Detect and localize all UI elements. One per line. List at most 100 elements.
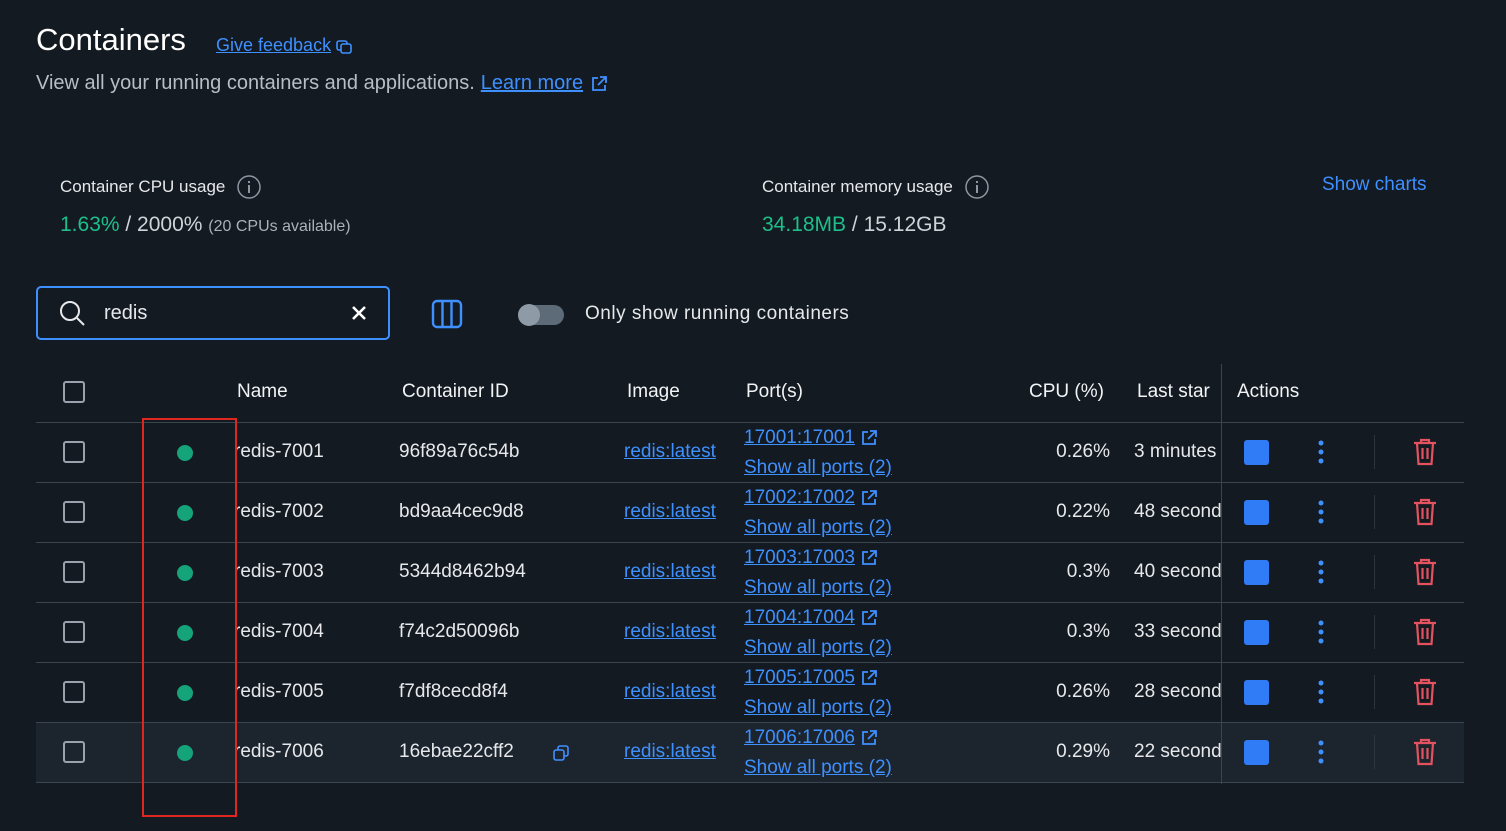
cpu-usage-label: Container CPU usage: [60, 177, 226, 196]
image-link[interactable]: redis:latest: [624, 501, 716, 523]
memory-usage-value: 34.18MB: [762, 213, 847, 236]
external-link-icon: [862, 430, 877, 445]
show-all-ports-link[interactable]: Show all ports (2): [744, 453, 892, 483]
container-name[interactable]: redis-7002: [234, 501, 324, 523]
more-options-icon[interactable]: [1314, 439, 1328, 465]
port-link[interactable]: 17003:17003: [744, 543, 892, 573]
copy-id-icon[interactable]: [552, 744, 570, 762]
port-link-label: 17006:17006: [744, 727, 855, 748]
more-options-icon[interactable]: [1314, 559, 1328, 585]
external-link-icon: [862, 610, 877, 625]
external-link-icon: [862, 490, 877, 505]
cpu-usage-stat: Container CPU usage 1.63% / 2000% (20 CP…: [60, 175, 351, 237]
stop-button[interactable]: [1244, 500, 1269, 525]
search-icon: [60, 301, 85, 326]
port-link[interactable]: 17006:17006: [744, 723, 892, 753]
delete-icon[interactable]: [1412, 438, 1438, 466]
actions-separator: [1374, 675, 1375, 709]
stop-button[interactable]: [1244, 620, 1269, 645]
table-row[interactable]: redis-7001 96f89a76c54b redis:latest 170…: [36, 423, 1464, 483]
column-ports[interactable]: Port(s): [746, 381, 803, 403]
image-link[interactable]: redis:latest: [624, 561, 716, 583]
column-actions: Actions: [1237, 381, 1300, 402]
row-checkbox[interactable]: [63, 741, 85, 763]
row-checkbox[interactable]: [63, 681, 85, 703]
annotation-highlight-box: [142, 418, 237, 817]
show-all-ports-link[interactable]: Show all ports (2): [744, 573, 892, 603]
stop-button[interactable]: [1244, 560, 1269, 585]
more-options-icon[interactable]: [1314, 499, 1328, 525]
cpu-usage-value: 1.63%: [60, 213, 120, 236]
show-all-ports-link[interactable]: Show all ports (2): [744, 633, 892, 663]
column-container-id[interactable]: Container ID: [402, 381, 509, 403]
clear-search-icon[interactable]: [350, 304, 368, 322]
stop-button[interactable]: [1244, 740, 1269, 765]
ports-cell: 17004:17004 Show all ports (2): [744, 603, 892, 663]
more-options-icon[interactable]: [1314, 619, 1328, 645]
table-row[interactable]: redis-7005 f7df8cecd8f4 redis:latest 170…: [36, 663, 1464, 723]
container-name[interactable]: redis-7004: [234, 621, 324, 643]
show-all-ports-link[interactable]: Show all ports (2): [744, 693, 892, 723]
cpu-usage: 0.26%: [1056, 681, 1110, 702]
table-row[interactable]: redis-7002 bd9aa4cec9d8 redis:latest 170…: [36, 483, 1464, 543]
image-link[interactable]: redis:latest: [624, 681, 716, 703]
port-link[interactable]: 17002:17002: [744, 483, 892, 513]
delete-icon[interactable]: [1412, 618, 1438, 646]
table-row[interactable]: redis-7004 f74c2d50096b redis:latest 170…: [36, 603, 1464, 663]
row-checkbox[interactable]: [63, 561, 85, 583]
info-icon[interactable]: [237, 175, 262, 199]
port-link[interactable]: 17004:17004: [744, 603, 892, 633]
column-last-started[interactable]: Last star: [1137, 381, 1222, 403]
show-charts-button[interactable]: Show charts: [1322, 174, 1427, 196]
more-options-icon[interactable]: [1314, 739, 1328, 765]
search-input[interactable]: redis: [104, 302, 350, 325]
info-icon[interactable]: [965, 175, 989, 199]
port-link[interactable]: 17005:17005: [744, 663, 892, 693]
delete-icon[interactable]: [1412, 678, 1438, 706]
table-row[interactable]: redis-7003 5344d8462b94 redis:latest 170…: [36, 543, 1464, 603]
column-name[interactable]: Name: [237, 381, 288, 403]
give-feedback-link[interactable]: Give feedback: [216, 35, 353, 56]
container-name[interactable]: redis-7003: [234, 561, 324, 583]
search-box[interactable]: redis: [36, 286, 390, 340]
memory-usage-total: / 15.12GB: [846, 213, 947, 236]
container-name[interactable]: redis-7005: [234, 681, 324, 703]
last-started: 48 seconds: [1134, 501, 1222, 522]
column-image[interactable]: Image: [627, 381, 680, 403]
columns-icon[interactable]: [430, 297, 464, 331]
column-cpu[interactable]: CPU (%): [1029, 381, 1104, 403]
stop-button[interactable]: [1244, 680, 1269, 705]
delete-icon[interactable]: [1412, 558, 1438, 586]
row-checkbox[interactable]: [63, 441, 85, 463]
cpu-usage: 0.22%: [1056, 501, 1110, 522]
cpu-usage-total: / 2000%: [119, 213, 203, 236]
container-name[interactable]: redis-7001: [234, 441, 324, 463]
cpu-available-note: (20 CPUs available): [208, 218, 351, 235]
show-all-ports-link[interactable]: Show all ports (2): [744, 513, 892, 543]
running-only-label: Only show running containers: [585, 303, 850, 324]
row-checkbox[interactable]: [63, 501, 85, 523]
image-link[interactable]: redis:latest: [624, 741, 716, 763]
image-link[interactable]: redis:latest: [624, 441, 716, 463]
running-only-toggle[interactable]: [518, 304, 564, 326]
port-link[interactable]: 17001:17001: [744, 423, 892, 453]
more-options-icon[interactable]: [1314, 679, 1328, 705]
port-link-label: 17002:17002: [744, 487, 855, 508]
learn-more-link[interactable]: Learn more: [481, 72, 583, 95]
container-id: 5344d8462b94: [399, 561, 526, 582]
container-id: 96f89a76c54b: [399, 441, 520, 462]
image-link[interactable]: redis:latest: [624, 621, 716, 643]
containers-table: Name Container ID Image Port(s) CPU (%) …: [36, 364, 1464, 784]
select-all-checkbox[interactable]: [63, 381, 85, 403]
table-row[interactable]: redis-7006 16ebae22cff2 redis:latest 170…: [36, 723, 1464, 783]
ports-cell: 17005:17005 Show all ports (2): [744, 663, 892, 723]
row-checkbox[interactable]: [63, 621, 85, 643]
page-subtitle: View all your running containers and app…: [36, 72, 609, 95]
actions-separator: [1374, 495, 1375, 529]
stop-button[interactable]: [1244, 440, 1269, 465]
delete-icon[interactable]: [1412, 738, 1438, 766]
container-name[interactable]: redis-7006: [234, 741, 324, 763]
page-title: Containers: [36, 22, 186, 57]
show-all-ports-link[interactable]: Show all ports (2): [744, 753, 892, 783]
delete-icon[interactable]: [1412, 498, 1438, 526]
